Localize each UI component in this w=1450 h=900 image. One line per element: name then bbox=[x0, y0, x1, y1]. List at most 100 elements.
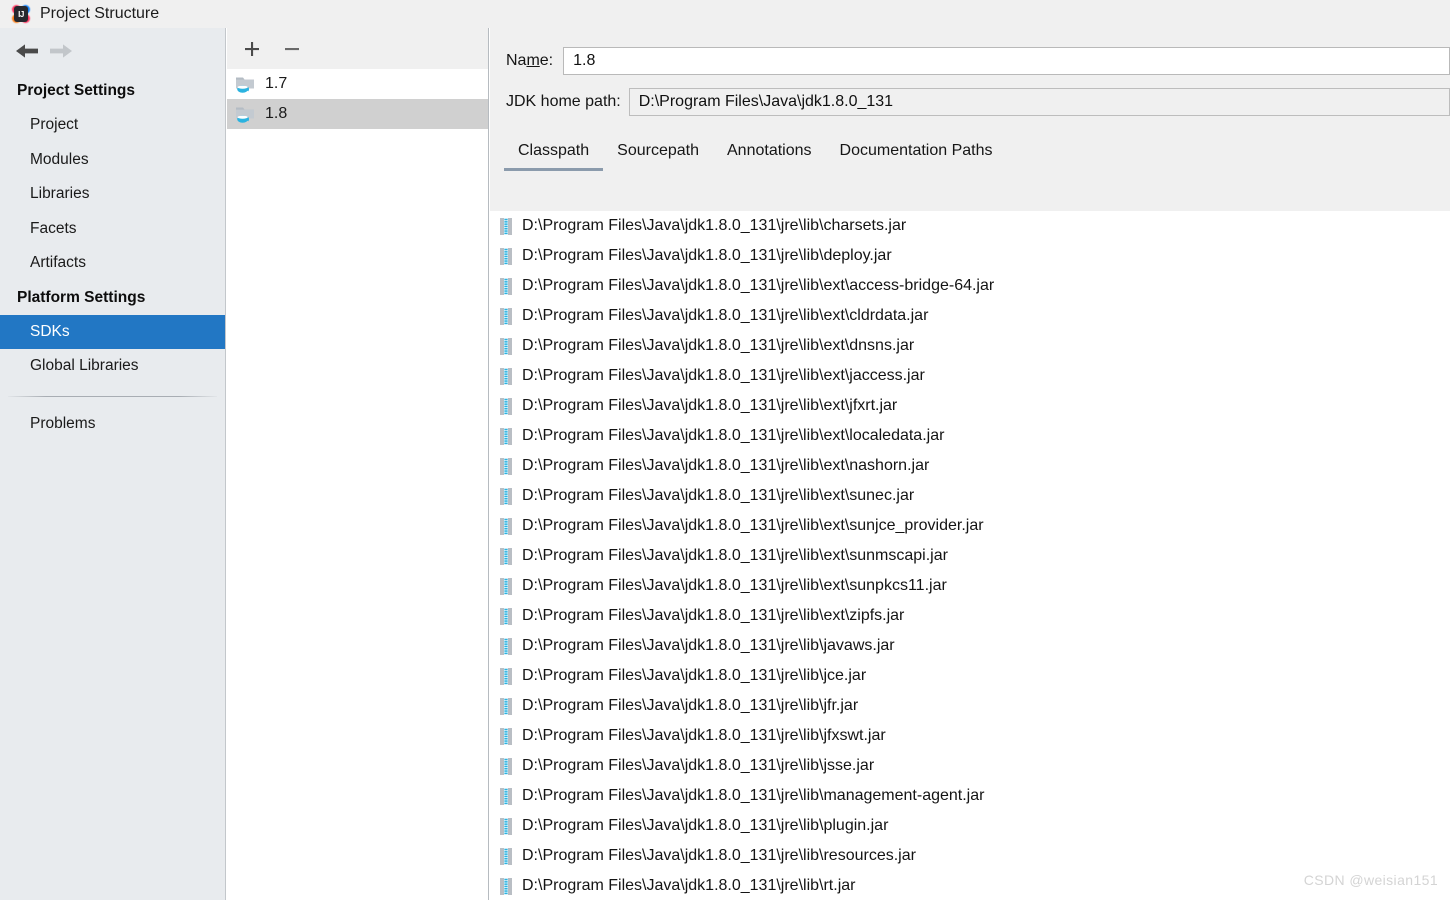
classpath-entry-label: D:\Program Files\Java\jdk1.8.0_131\jre\l… bbox=[522, 787, 985, 804]
classpath-entry-row[interactable]: D:\Program Files\Java\jdk1.8.0_131\jre\l… bbox=[490, 541, 1450, 571]
classpath-entry-row[interactable]: D:\Program Files\Java\jdk1.8.0_131\jre\l… bbox=[490, 421, 1450, 451]
name-input-value: 1.8 bbox=[573, 52, 596, 69]
remove-sdk-button[interactable] bbox=[279, 36, 305, 62]
jdk-home-path-label: JDK home path: bbox=[506, 93, 621, 110]
jdk-home-path-value: D:\Program Files\Java\jdk1.8.0_131 bbox=[638, 93, 894, 110]
classpath-entry-row[interactable]: D:\Program Files\Java\jdk1.8.0_131\jre\l… bbox=[490, 691, 1450, 721]
classpath-entry-label: D:\Program Files\Java\jdk1.8.0_131\jre\l… bbox=[522, 427, 945, 444]
classpath-entry-label: D:\Program Files\Java\jdk1.8.0_131\jre\l… bbox=[522, 727, 886, 744]
classpath-entry-row[interactable]: D:\Program Files\Java\jdk1.8.0_131\jre\l… bbox=[490, 331, 1450, 361]
classpath-entry-label: D:\Program Files\Java\jdk1.8.0_131\jre\l… bbox=[522, 847, 916, 864]
classpath-entry-row[interactable]: D:\Program Files\Java\jdk1.8.0_131\jre\l… bbox=[490, 571, 1450, 601]
jar-file-icon bbox=[500, 247, 512, 265]
name-input[interactable]: 1.8 bbox=[563, 47, 1450, 75]
classpath-entry-label: D:\Program Files\Java\jdk1.8.0_131\jre\l… bbox=[522, 577, 947, 594]
classpath-entry-row[interactable]: D:\Program Files\Java\jdk1.8.0_131\jre\l… bbox=[490, 211, 1450, 241]
minus-icon bbox=[285, 47, 299, 50]
sidebar-item-problems[interactable]: Problems bbox=[0, 407, 225, 442]
sidebar-item-facets[interactable]: Facets bbox=[0, 212, 225, 247]
classpath-entry-label: D:\Program Files\Java\jdk1.8.0_131\jre\l… bbox=[522, 757, 875, 774]
classpath-entry-label: D:\Program Files\Java\jdk1.8.0_131\jre\l… bbox=[522, 817, 889, 834]
sdk-list-panel: 1.7 1.8 bbox=[227, 28, 489, 900]
tab-sourcepath[interactable]: Sourcepath bbox=[603, 142, 713, 171]
classpath-entry-row[interactable]: D:\Program Files\Java\jdk1.8.0_131\jre\l… bbox=[490, 751, 1450, 781]
sidebar-item-modules[interactable]: Modules bbox=[0, 143, 225, 178]
jdk-folder-icon bbox=[236, 77, 254, 93]
classpath-entry-row[interactable]: D:\Program Files\Java\jdk1.8.0_131\jre\l… bbox=[490, 841, 1450, 871]
jar-file-icon bbox=[500, 757, 512, 775]
classpath-entry-label: D:\Program Files\Java\jdk1.8.0_131\jre\l… bbox=[522, 607, 905, 624]
classpath-entry-row[interactable]: D:\Program Files\Java\jdk1.8.0_131\jre\l… bbox=[490, 661, 1450, 691]
jar-file-icon bbox=[500, 487, 512, 505]
sidebar-group-title-platform-settings: Platform Settings bbox=[17, 288, 146, 306]
jar-file-icon bbox=[500, 457, 512, 475]
arrow-left-icon bbox=[16, 44, 38, 58]
classpath-entry-row[interactable]: D:\Program Files\Java\jdk1.8.0_131\jre\l… bbox=[490, 241, 1450, 271]
sidebar-item-libraries[interactable]: Libraries bbox=[0, 177, 225, 212]
classpath-entry-label: D:\Program Files\Java\jdk1.8.0_131\jre\l… bbox=[522, 337, 915, 354]
sdk-list-item-label: 1.8 bbox=[265, 105, 288, 122]
settings-sidebar: Project Settings Project Modules Librari… bbox=[0, 28, 226, 900]
add-sdk-button[interactable] bbox=[239, 36, 265, 62]
sidebar-item-artifacts[interactable]: Artifacts bbox=[0, 246, 225, 281]
jar-file-icon bbox=[500, 637, 512, 655]
classpath-entry-label: D:\Program Files\Java\jdk1.8.0_131\jre\l… bbox=[522, 457, 930, 474]
jdk-home-path-input[interactable]: D:\Program Files\Java\jdk1.8.0_131 bbox=[628, 88, 1450, 116]
sidebar-divider bbox=[8, 395, 217, 397]
sidebar-group-title-project-settings: Project Settings bbox=[17, 82, 135, 99]
classpath-entry-label: D:\Program Files\Java\jdk1.8.0_131\jre\l… bbox=[522, 637, 895, 654]
jar-file-icon bbox=[500, 307, 512, 325]
sdk-details-panel: Name: 1.8 JDK home path: D:\Program File… bbox=[490, 28, 1450, 900]
classpath-entry-row[interactable]: D:\Program Files\Java\jdk1.8.0_131\jre\l… bbox=[490, 511, 1450, 541]
sdk-detail-tabs: Classpath Sourcepath Annotations Documen… bbox=[490, 134, 1450, 171]
sdk-list-toolbar bbox=[227, 28, 488, 69]
jar-file-icon bbox=[500, 427, 512, 445]
window-title: Project Structure bbox=[40, 5, 160, 22]
jdk-home-path-field-row: JDK home path: D:\Program Files\Java\jdk… bbox=[490, 87, 1450, 117]
jar-file-icon bbox=[500, 667, 512, 685]
forward-button[interactable] bbox=[44, 36, 78, 66]
classpath-entry-row[interactable]: D:\Program Files\Java\jdk1.8.0_131\jre\l… bbox=[490, 361, 1450, 391]
classpath-entry-row[interactable]: D:\Program Files\Java\jdk1.8.0_131\jre\l… bbox=[490, 631, 1450, 661]
classpath-entry-label: D:\Program Files\Java\jdk1.8.0_131\jre\l… bbox=[522, 487, 915, 504]
jar-file-icon bbox=[500, 787, 512, 805]
classpath-entry-row[interactable]: D:\Program Files\Java\jdk1.8.0_131\jre\l… bbox=[490, 271, 1450, 301]
tab-annotations[interactable]: Annotations bbox=[713, 142, 826, 171]
jar-file-icon bbox=[500, 877, 512, 895]
tab-classpath[interactable]: Classpath bbox=[504, 142, 604, 171]
jdk-folder-icon bbox=[236, 107, 254, 123]
classpath-entry-row[interactable]: D:\Program Files\Java\jdk1.8.0_131\jre\l… bbox=[490, 301, 1450, 331]
classpath-entry-row[interactable]: D:\Program Files\Java\jdk1.8.0_131\jre\l… bbox=[490, 811, 1450, 841]
jar-file-icon bbox=[500, 277, 512, 295]
watermark: CSDN @weisian151 bbox=[1303, 872, 1438, 888]
arrow-right-icon bbox=[50, 44, 72, 58]
sdk-list-item-1-8[interactable]: 1.8 bbox=[227, 99, 488, 129]
sidebar-item-sdks[interactable]: SDKs bbox=[0, 314, 225, 349]
jar-file-icon bbox=[500, 547, 512, 565]
sidebar-navigation bbox=[0, 28, 225, 74]
classpath-entry-row[interactable]: D:\Program Files\Java\jdk1.8.0_131\jre\l… bbox=[490, 391, 1450, 421]
classpath-entry-label: D:\Program Files\Java\jdk1.8.0_131\jre\l… bbox=[522, 247, 892, 264]
classpath-entry-label: D:\Program Files\Java\jdk1.8.0_131\jre\l… bbox=[522, 367, 925, 384]
classpath-entry-label: D:\Program Files\Java\jdk1.8.0_131\jre\l… bbox=[522, 697, 859, 714]
jar-file-icon bbox=[500, 367, 512, 385]
classpath-entry-list[interactable]: D:\Program Files\Java\jdk1.8.0_131\jre\l… bbox=[490, 211, 1450, 900]
jar-file-icon bbox=[500, 847, 512, 865]
jar-file-icon bbox=[500, 727, 512, 745]
sidebar-item-global-libraries[interactable]: Global Libraries bbox=[0, 349, 225, 384]
sdk-list-item-1-7[interactable]: 1.7 bbox=[227, 69, 488, 99]
tab-documentation-paths[interactable]: Documentation Paths bbox=[826, 142, 1007, 171]
classpath-entry-row[interactable]: D:\Program Files\Java\jdk1.8.0_131\jre\l… bbox=[490, 451, 1450, 481]
jar-file-icon bbox=[500, 397, 512, 415]
classpath-entry-label: D:\Program Files\Java\jdk1.8.0_131\jre\l… bbox=[522, 877, 856, 894]
classpath-entry-label: D:\Program Files\Java\jdk1.8.0_131\jre\l… bbox=[522, 517, 984, 534]
classpath-entry-row[interactable]: D:\Program Files\Java\jdk1.8.0_131\jre\l… bbox=[490, 601, 1450, 631]
classpath-entry-row[interactable]: D:\Program Files\Java\jdk1.8.0_131\jre\l… bbox=[490, 481, 1450, 511]
name-field-row: Name: 1.8 bbox=[490, 46, 1450, 76]
sidebar-item-project[interactable]: Project bbox=[0, 108, 225, 143]
jar-file-icon bbox=[500, 217, 512, 235]
back-button[interactable] bbox=[10, 36, 44, 66]
classpath-entry-row[interactable]: D:\Program Files\Java\jdk1.8.0_131\jre\l… bbox=[490, 721, 1450, 751]
jar-file-icon bbox=[500, 577, 512, 595]
classpath-entry-row[interactable]: D:\Program Files\Java\jdk1.8.0_131\jre\l… bbox=[490, 781, 1450, 811]
